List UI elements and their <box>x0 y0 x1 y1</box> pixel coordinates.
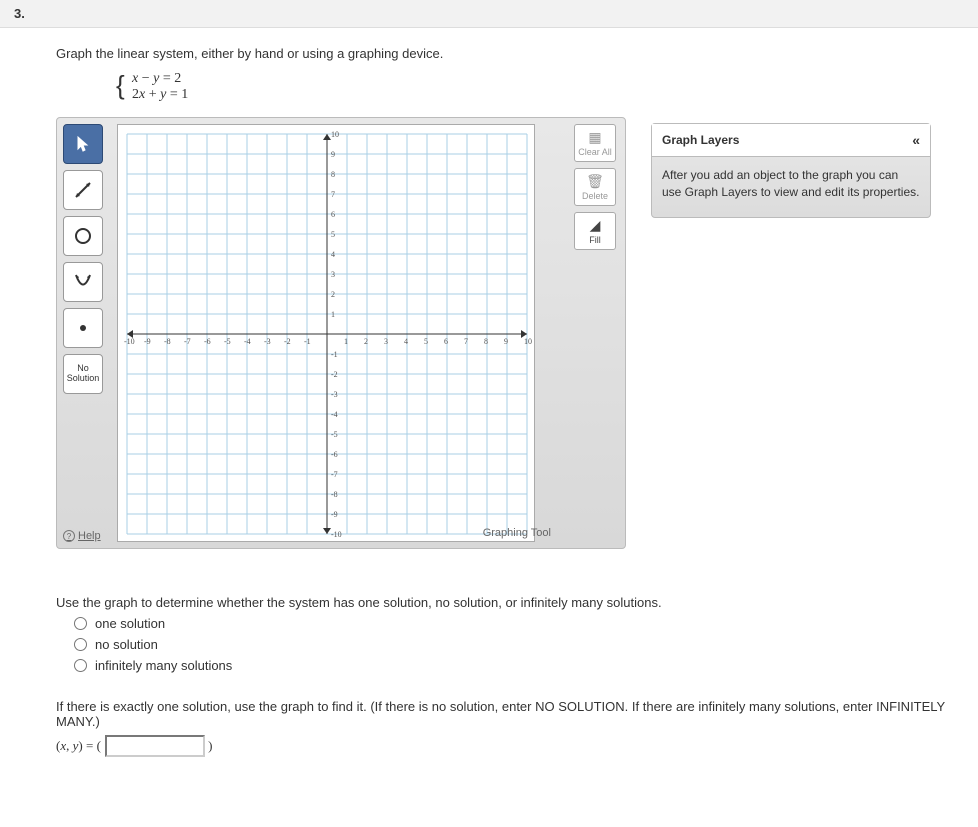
point-icon <box>73 318 93 338</box>
fill-icon: ◢ <box>590 217 601 233</box>
svg-text:-5: -5 <box>331 430 338 439</box>
option-infinitely-many[interactable]: infinitely many solutions <box>74 658 978 673</box>
svg-text:4: 4 <box>331 250 335 259</box>
radio-no-solution[interactable] <box>74 638 87 651</box>
svg-text:8: 8 <box>484 337 488 346</box>
help-icon: ? <box>63 530 75 542</box>
graph-tool-label: Graphing Tool <box>483 527 551 539</box>
svg-text:-2: -2 <box>331 370 338 379</box>
collapse-layers-button[interactable]: « <box>912 132 920 148</box>
svg-text:-3: -3 <box>264 337 271 346</box>
question-number: 3. <box>0 0 978 28</box>
clear-all-icon: ▦ <box>588 129 601 145</box>
line-tool-button[interactable] <box>63 170 103 210</box>
svg-text:-3: -3 <box>331 390 338 399</box>
svg-text:6: 6 <box>331 210 335 219</box>
solution-type-options: one solution no solution infinitely many… <box>74 616 978 673</box>
svg-text:8: 8 <box>331 170 335 179</box>
equation-1: x − y = 2 <box>132 71 978 87</box>
point-tool-button[interactable] <box>63 308 103 348</box>
pointer-icon <box>75 136 91 152</box>
svg-text:-2: -2 <box>284 337 291 346</box>
svg-text:7: 7 <box>464 337 468 346</box>
svg-text:-6: -6 <box>204 337 211 346</box>
answer-input[interactable] <box>105 735 205 757</box>
help-link[interactable]: ? Help <box>63 530 111 542</box>
delete-button[interactable]: 🗑 Delete <box>574 168 616 206</box>
trash-icon: 🗑 <box>586 173 604 189</box>
circle-icon <box>73 226 93 246</box>
svg-text:1: 1 <box>331 310 335 319</box>
answer-label-prefix: (x, y) = ( <box>56 738 101 753</box>
answer-prompt: If there is exactly one solution, use th… <box>56 699 978 729</box>
equation-2: 2x + y = 1 <box>132 87 978 103</box>
svg-text:9: 9 <box>504 337 508 346</box>
svg-text:5: 5 <box>331 230 335 239</box>
no-solution-tool-button[interactable]: No Solution <box>63 354 103 394</box>
option-one-solution[interactable]: one solution <box>74 616 978 631</box>
instruction-text: Graph the linear system, either by hand … <box>56 46 978 61</box>
svg-text:-9: -9 <box>331 510 338 519</box>
graph-panel: No Solution ? Help -10-10-9-9-8-8-7-7-6-… <box>56 117 626 549</box>
clear-all-button[interactable]: ▦ Clear All <box>574 124 616 162</box>
svg-text:9: 9 <box>331 150 335 159</box>
svg-text:-8: -8 <box>164 337 171 346</box>
svg-text:-10: -10 <box>331 530 342 539</box>
svg-text:-7: -7 <box>184 337 191 346</box>
svg-text:-10: -10 <box>124 337 135 346</box>
svg-text:-1: -1 <box>304 337 311 346</box>
graph-canvas[interactable]: -10 -10 -9 -9 -8 -8 -7 -7 -6 -6 -5 -5 -4 -4 -3 -3 -2 -2 -1… <box>117 124 535 542</box>
svg-text:5: 5 <box>424 337 428 346</box>
pointer-tool-button[interactable] <box>63 124 103 164</box>
radio-one-solution[interactable] <box>74 617 87 630</box>
svg-text:7: 7 <box>331 190 335 199</box>
svg-text:3: 3 <box>384 337 388 346</box>
parabola-icon <box>73 272 93 292</box>
graph-layers-panel: Graph Layers « After you add an object t… <box>651 123 931 218</box>
parabola-tool-button[interactable] <box>63 262 103 302</box>
svg-text:10: 10 <box>331 130 339 139</box>
line-icon <box>73 180 93 200</box>
solution-type-prompt: Use the graph to determine whether the s… <box>56 595 978 610</box>
graph-layers-title: Graph Layers <box>662 133 739 147</box>
graph-toolbar: No Solution ? Help <box>63 124 111 542</box>
graph-layers-body: After you add an object to the graph you… <box>652 157 930 217</box>
svg-text:6: 6 <box>444 337 448 346</box>
svg-text:-4: -4 <box>244 337 251 346</box>
svg-text:-4: -4 <box>331 410 338 419</box>
svg-text:-9: -9 <box>144 337 151 346</box>
circle-tool-button[interactable] <box>63 216 103 256</box>
svg-text:3: 3 <box>331 270 335 279</box>
svg-text:1: 1 <box>344 337 348 346</box>
fill-button[interactable]: ◢ Fill <box>574 212 616 250</box>
svg-text:10: 10 <box>524 337 532 346</box>
svg-text:2: 2 <box>364 337 368 346</box>
svg-text:-1: -1 <box>331 350 338 359</box>
svg-text:-5: -5 <box>224 337 231 346</box>
radio-infinitely-many[interactable] <box>74 659 87 672</box>
svg-text:-6: -6 <box>331 450 338 459</box>
svg-text:-7: -7 <box>331 470 338 479</box>
equation-system: { x − y = 2 2x + y = 1 <box>116 71 978 103</box>
svg-text:2: 2 <box>331 290 335 299</box>
option-no-solution[interactable]: no solution <box>74 637 978 652</box>
answer-label-suffix: ) <box>208 738 212 753</box>
svg-text:-8: -8 <box>331 490 338 499</box>
svg-text:4: 4 <box>404 337 408 346</box>
brace-icon: { <box>116 67 125 103</box>
